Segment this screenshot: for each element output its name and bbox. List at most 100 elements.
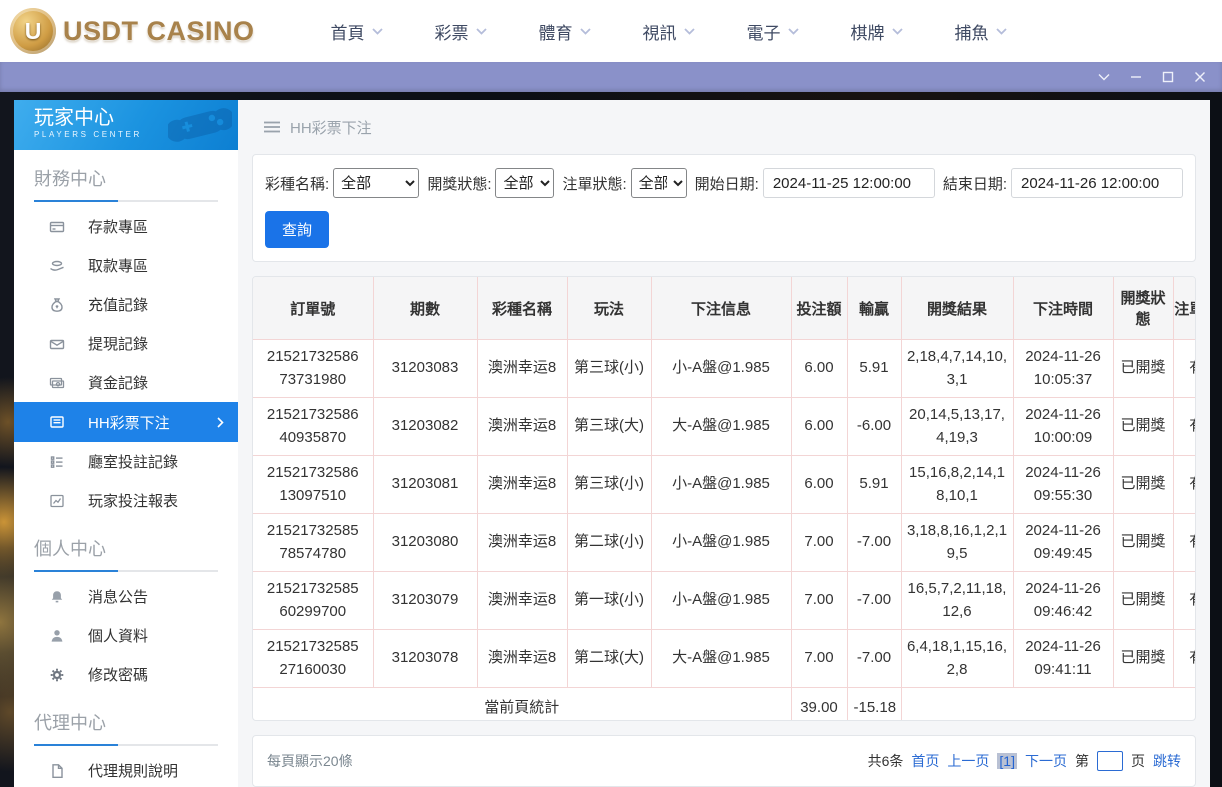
table-cell: 大-A盤@1.985	[651, 398, 791, 456]
table-row: 215217325867373198031203083澳洲幸运8第三球(小)小-…	[253, 340, 1196, 398]
table-cell: 第二球(小)	[567, 514, 651, 572]
next-page-link[interactable]: 下一页	[1025, 751, 1067, 771]
table-cell: 有效	[1173, 340, 1196, 398]
main-nav: 首頁 彩票 體育 視訊 電子 棋牌 捕魚	[305, 19, 1033, 44]
sidebar-item-recharge-records[interactable]: 充值記錄	[14, 285, 238, 324]
table-row: 215217325864093587031203082澳洲幸运8第三球(大)大-…	[253, 398, 1196, 456]
column-header: 下注信息	[651, 277, 791, 340]
table-cell: 澳洲幸运8	[477, 340, 567, 398]
sidebar-item-player-bet-report[interactable]: 玩家投注報表	[14, 481, 238, 520]
nav-item-lottery[interactable]: 彩票	[409, 19, 513, 44]
table-cell: 已開獎	[1113, 630, 1173, 688]
chevron-down-icon	[684, 28, 695, 35]
sidebar-item-label: 提現記錄	[88, 333, 148, 354]
hamburger-icon[interactable]	[264, 121, 280, 133]
table-cell: 澳洲幸运8	[477, 514, 567, 572]
table-cell: 31203078	[373, 630, 477, 688]
window-collapse-button[interactable]	[1088, 62, 1120, 92]
section-title-finance: 財務中心	[34, 165, 238, 191]
table-cell: 2024-11-26 09:55:30	[1013, 456, 1113, 514]
table-cell: 2024-11-26 10:05:37	[1013, 340, 1113, 398]
nav-item-sports[interactable]: 體育	[513, 19, 617, 44]
table-cell: 2024-11-26 09:41:11	[1013, 630, 1113, 688]
table-cell: 第二球(大)	[567, 630, 651, 688]
nav-item-home[interactable]: 首頁	[305, 19, 409, 44]
search-button[interactable]: 查詢	[265, 211, 329, 248]
nav-item-cards[interactable]: 棋牌	[825, 19, 929, 44]
table-cell: 有效	[1173, 514, 1196, 572]
table-cell: 第一球(小)	[567, 572, 651, 630]
table-header-row: 訂單號期數彩種名稱玩法下注信息投注額輸贏開獎結果下注時間開獎狀態注單狀態	[253, 277, 1196, 340]
table-cell: 2024-11-26 10:00:09	[1013, 398, 1113, 456]
jump-link[interactable]: 跳转	[1153, 751, 1181, 771]
sidebar-item-hall-bet-records[interactable]: 廳室投註記錄	[14, 442, 238, 481]
column-header: 下注時間	[1013, 277, 1113, 340]
current-page-indicator: [1]	[997, 753, 1017, 769]
table-cell: 5.91	[847, 456, 901, 514]
window-minimize-button[interactable]	[1120, 62, 1152, 92]
nav-item-live[interactable]: 視訊	[617, 19, 721, 44]
table-cell: 5.91	[847, 340, 901, 398]
clipboard-list-icon	[48, 454, 66, 470]
table-body: 215217325867373198031203083澳洲幸运8第三球(小)小-…	[253, 340, 1196, 722]
sidebar-item-label: 存款專區	[88, 216, 148, 237]
sidebar-item-funds-records[interactable]: 資金記錄	[14, 363, 238, 402]
table-cell: 31203082	[373, 398, 477, 456]
sidebar-item-agent-rules[interactable]: 代理規則說明	[14, 751, 238, 787]
end-date-input[interactable]	[1011, 168, 1183, 198]
table-cell: 7.00	[791, 514, 847, 572]
table-cell: 小-A盤@1.985	[651, 340, 791, 398]
sidebar-item-change-password[interactable]: 修改密碼	[14, 655, 238, 694]
chevron-down-icon	[1098, 73, 1110, 81]
table-cell: 2152173258613097510	[253, 456, 373, 514]
table-cell: 6.00	[791, 340, 847, 398]
nav-item-slots[interactable]: 電子	[721, 19, 825, 44]
first-page-link[interactable]: 首页	[911, 751, 939, 771]
lottery-name-select[interactable]: 全部	[333, 168, 419, 198]
maximize-icon	[1162, 71, 1174, 83]
sidebar-item-deposit[interactable]: 存款專區	[14, 207, 238, 246]
page-number-input[interactable]	[1097, 751, 1123, 771]
sidebar-item-profile[interactable]: 個人資料	[14, 616, 238, 655]
sidebar-item-label: 代理規則說明	[88, 760, 178, 781]
table-cell: 第三球(小)	[567, 456, 651, 514]
table-cell: 澳洲幸运8	[477, 398, 567, 456]
sidebar-item-announcements[interactable]: 消息公告	[14, 577, 238, 616]
order-status-select[interactable]: 全部	[631, 168, 687, 198]
prev-page-link[interactable]: 上一页	[947, 751, 989, 771]
person-icon	[48, 628, 66, 644]
start-date-input[interactable]	[763, 168, 935, 198]
table-cell: 有效	[1173, 398, 1196, 456]
table-cell: 有效	[1173, 630, 1196, 688]
table-cell: 澳洲幸运8	[477, 572, 567, 630]
sidebar-item-label: 廳室投註記錄	[88, 451, 178, 472]
pagination-bar: 每頁顯示20條 共6条 首页 上一页 [1] 下一页 第 页 跳转	[252, 735, 1196, 787]
sidebar-item-withdraw[interactable]: 取款專區	[14, 246, 238, 285]
chevron-right-icon	[217, 417, 224, 428]
table-cell: 2024-11-26 09:46:42	[1013, 572, 1113, 630]
page-size-text: 每頁顯示20條	[267, 751, 353, 771]
table-cell: 16,5,7,2,11,18,12,6	[901, 572, 1013, 630]
withdraw-hand-icon	[48, 258, 66, 274]
deposit-card-icon	[48, 219, 66, 235]
site-logo[interactable]: U USDT CASINO	[10, 8, 255, 54]
column-header: 期數	[373, 277, 477, 340]
column-header: 開獎結果	[901, 277, 1013, 340]
chevron-down-icon	[476, 28, 487, 35]
sidebar: 玩家中心 PLAYERS CENTER 財務中心 存款專區	[14, 100, 238, 787]
window-close-button[interactable]	[1184, 62, 1216, 92]
nav-item-fishing[interactable]: 捕魚	[929, 19, 1033, 44]
sidebar-item-hh-lottery-bets[interactable]: HH彩票下注	[14, 402, 238, 442]
section-divider	[34, 200, 218, 202]
draw-status-select[interactable]: 全部	[495, 168, 554, 198]
window-maximize-button[interactable]	[1152, 62, 1184, 92]
table-cell: 2024-11-26 09:49:45	[1013, 514, 1113, 572]
money-bag-icon	[48, 297, 66, 313]
table-cell: 有效	[1173, 456, 1196, 514]
start-date-label: 開始日期:	[695, 173, 759, 194]
page-title: HH彩票下注	[290, 117, 372, 138]
sidebar-item-withdrawal-records[interactable]: 提現記錄	[14, 324, 238, 363]
gamepad-icon	[168, 104, 232, 144]
section-divider	[34, 570, 218, 572]
sidebar-item-label: 資金記錄	[88, 372, 148, 393]
